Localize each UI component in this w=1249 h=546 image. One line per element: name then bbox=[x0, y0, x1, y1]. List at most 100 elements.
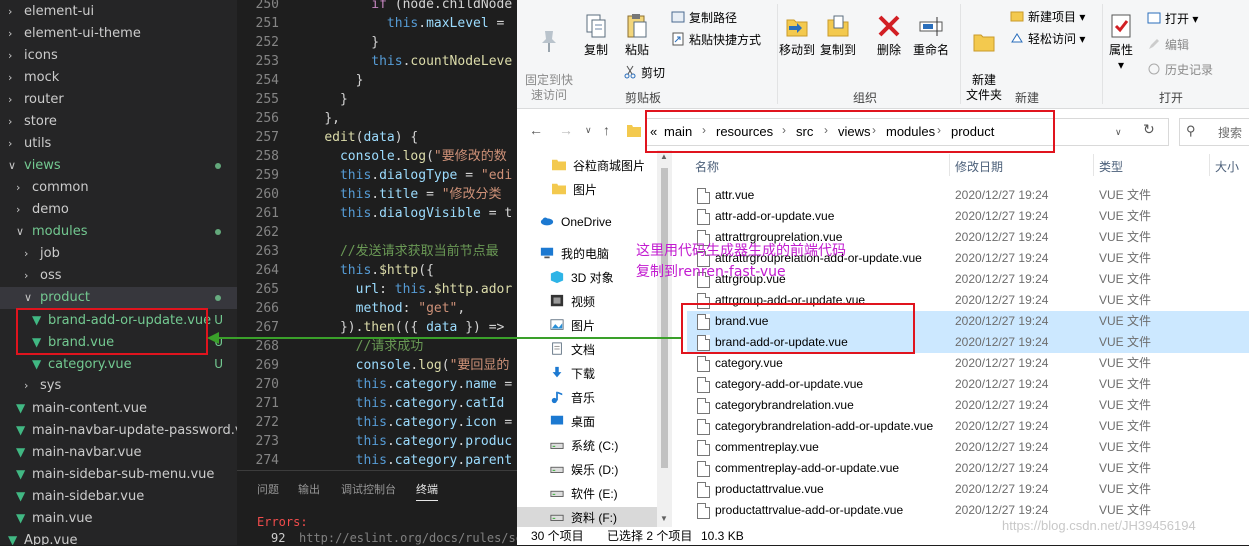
nav-scrollbar-thumb[interactable] bbox=[661, 168, 668, 468]
tab-problems[interactable]: 问题 bbox=[257, 481, 279, 497]
sidebar-folder-item[interactable]: ∨ views bbox=[0, 155, 237, 177]
up-arrow-icon[interactable]: ↑ bbox=[603, 122, 610, 138]
nav-item[interactable]: 图片 bbox=[551, 179, 597, 201]
file-row[interactable]: attr.vue 2020/12/27 19:24 VUE 文件 bbox=[687, 185, 1249, 206]
pin-quick-access-button[interactable]: 固定到快 速访问 bbox=[523, 12, 575, 103]
column-header-type[interactable]: 类型 bbox=[1099, 158, 1123, 175]
code-line[interactable]: 254 } bbox=[237, 71, 364, 90]
address-dropdown-chevron-icon[interactable]: ∨ bbox=[1115, 127, 1122, 138]
forward-arrow-icon[interactable]: → bbox=[559, 122, 573, 138]
code-line[interactable]: 261 this.dialogVisible = t bbox=[237, 204, 513, 223]
nav-item[interactable]: 视频 bbox=[549, 291, 595, 313]
sidebar-file-item[interactable]: ▼ App.vue bbox=[0, 529, 237, 545]
tab-terminal[interactable]: 终端 bbox=[416, 481, 438, 501]
paste-button[interactable]: 粘贴 bbox=[621, 12, 653, 58]
code-line[interactable]: 272 this.category.icon = bbox=[237, 413, 513, 432]
copy-to-button[interactable]: 复制到 bbox=[820, 12, 856, 58]
copy-button[interactable]: 复制 bbox=[580, 12, 612, 58]
sidebar-folder-item[interactable]: › sys bbox=[0, 375, 237, 397]
sidebar-file-item[interactable]: ▼ main-sidebar.vue bbox=[0, 485, 237, 507]
nav-item[interactable]: OneDrive bbox=[539, 211, 612, 233]
code-line[interactable]: 266 method: "get", bbox=[237, 299, 466, 318]
sidebar-folder-item[interactable]: › icons bbox=[0, 45, 237, 67]
sidebar-file-item[interactable]: ▼ main-navbar.vue bbox=[0, 441, 237, 463]
sidebar-folder-item[interactable]: ∨ modules bbox=[0, 221, 237, 243]
file-row[interactable]: commentreplay.vue 2020/12/27 19:24 VUE 文件 bbox=[687, 437, 1249, 458]
paste-shortcut-button[interactable]: 粘贴快捷方式 bbox=[671, 31, 761, 48]
nav-item[interactable]: 娱乐 (D:) bbox=[549, 459, 618, 481]
column-header-name[interactable]: 名称 bbox=[695, 158, 719, 175]
back-arrow-icon[interactable]: ← bbox=[529, 122, 543, 138]
scroll-down-icon[interactable]: ▼ bbox=[660, 514, 668, 523]
column-separator[interactable] bbox=[949, 154, 950, 176]
sidebar-file-item[interactable]: ▼ main-sidebar-sub-menu.vue bbox=[0, 463, 237, 485]
code-editor[interactable]: 250 if (node.childNode 251 this.maxLevel … bbox=[237, 0, 517, 470]
column-separator[interactable] bbox=[1209, 154, 1210, 176]
sidebar-folder-item[interactable]: › element-ui bbox=[0, 1, 237, 23]
nav-item[interactable]: 音乐 bbox=[549, 387, 595, 409]
edit-button[interactable]: 编辑 bbox=[1147, 36, 1189, 53]
code-line[interactable]: 258 console.log("要修改的数 bbox=[237, 147, 507, 166]
properties-button[interactable]: 属性 ▾ bbox=[1105, 12, 1137, 73]
code-line[interactable]: 263 //发送请求获取当前节点最 bbox=[237, 242, 499, 261]
sidebar-folder-item[interactable]: › element-ui-theme bbox=[0, 23, 237, 45]
code-line[interactable]: 271 this.category.catId bbox=[237, 394, 505, 413]
new-item-button[interactable]: 新建项目 ▾ bbox=[1010, 8, 1085, 25]
new-folder-button[interactable]: 新建 文件夹 bbox=[965, 12, 1003, 103]
sidebar-folder-item[interactable]: › utils bbox=[0, 133, 237, 155]
code-line[interactable]: 265 url: this.$http.ador bbox=[237, 280, 513, 299]
move-to-button[interactable]: 移动到 bbox=[779, 12, 815, 58]
file-row[interactable]: attr-add-or-update.vue 2020/12/27 19:24 VU… bbox=[687, 206, 1249, 227]
sidebar-file-item[interactable]: ▼ category.vue U bbox=[0, 353, 237, 375]
nav-item[interactable]: 软件 (E:) bbox=[549, 483, 618, 505]
nav-item[interactable]: 系统 (C:) bbox=[549, 435, 618, 457]
scroll-up-icon[interactable]: ▲ bbox=[660, 152, 668, 161]
code-line[interactable]: 260 this.title = "修改分类 bbox=[237, 185, 502, 204]
search-input[interactable]: ⚲ 搜索 bbox=[1179, 118, 1249, 146]
cut-button[interactable]: 剪切 bbox=[623, 64, 665, 81]
code-line[interactable]: 252 } bbox=[237, 33, 380, 52]
sidebar-folder-item[interactable]: › demo bbox=[0, 199, 237, 221]
file-row[interactable]: category-add-or-update.vue 2020/12/27 19:… bbox=[687, 374, 1249, 395]
sidebar-folder-item[interactable]: › store bbox=[0, 111, 237, 133]
nav-item[interactable]: 我的电脑 bbox=[539, 243, 609, 265]
sidebar-file-item[interactable]: ▼ main-content.vue bbox=[0, 397, 237, 419]
code-line[interactable]: 251 this.maxLevel = bbox=[237, 14, 505, 33]
code-line[interactable]: 264 this.$http({ bbox=[237, 261, 434, 280]
code-line[interactable]: 262 bbox=[237, 223, 293, 242]
open-button[interactable]: 打开 ▾ bbox=[1147, 10, 1198, 27]
nav-item[interactable]: 下载 bbox=[549, 363, 595, 385]
sidebar-folder-item[interactable]: › mock bbox=[0, 67, 237, 89]
refresh-icon[interactable]: ↻ bbox=[1143, 121, 1155, 138]
sidebar-folder-item[interactable]: › oss bbox=[0, 265, 237, 287]
code-line[interactable]: 273 this.category.produc bbox=[237, 432, 513, 451]
sidebar-folder-item[interactable]: › job bbox=[0, 243, 237, 265]
nav-item[interactable]: 资料 (F:) bbox=[517, 507, 657, 529]
sidebar-folder-item[interactable]: › common bbox=[0, 177, 237, 199]
recent-chevron-down-icon[interactable]: ∨ bbox=[585, 125, 592, 136]
file-row[interactable]: category.vue 2020/12/27 19:24 VUE 文件 bbox=[687, 353, 1249, 374]
copy-path-button[interactable]: 复制路径 bbox=[671, 9, 737, 26]
tab-debug-console[interactable]: 调试控制台 bbox=[341, 481, 396, 497]
file-row[interactable]: productattrvalue.vue 2020/12/27 19:24 VUE … bbox=[687, 479, 1249, 500]
code-line[interactable]: 250 if (node.childNode bbox=[237, 0, 513, 14]
history-button[interactable]: 历史记录 bbox=[1147, 61, 1213, 78]
file-row[interactable]: categorybrandrelation-add-or-update.vue 2… bbox=[687, 416, 1249, 437]
column-header-size[interactable]: 大小 bbox=[1215, 158, 1239, 175]
sidebar-file-item[interactable]: ▼ main.vue bbox=[0, 507, 237, 529]
code-line[interactable]: 270 this.category.name = bbox=[237, 375, 513, 394]
column-separator[interactable] bbox=[1093, 154, 1094, 176]
rename-button[interactable]: 重命名 bbox=[911, 12, 951, 58]
column-header-date[interactable]: 修改日期 bbox=[955, 158, 1003, 175]
nav-item[interactable]: 谷粒商城图片 bbox=[551, 155, 645, 177]
sidebar-folder-item[interactable]: ∨ product bbox=[0, 287, 237, 309]
code-line[interactable]: 256 }, bbox=[237, 109, 340, 128]
code-line[interactable]: 255 } bbox=[237, 90, 348, 109]
file-row[interactable]: categorybrandrelation.vue 2020/12/27 19:2… bbox=[687, 395, 1249, 416]
code-line[interactable]: 259 this.dialogType = "edi bbox=[237, 166, 513, 185]
code-line[interactable]: 257 edit(data) { bbox=[237, 128, 419, 147]
sidebar-folder-item[interactable]: › router bbox=[0, 89, 237, 111]
code-line[interactable]: 253 this.countNodeLeve bbox=[237, 52, 513, 71]
code-line[interactable]: 274 this.category.parent bbox=[237, 451, 513, 470]
terminal-error-url[interactable]: http://eslint.org/docs/rules/se bbox=[299, 531, 523, 545]
